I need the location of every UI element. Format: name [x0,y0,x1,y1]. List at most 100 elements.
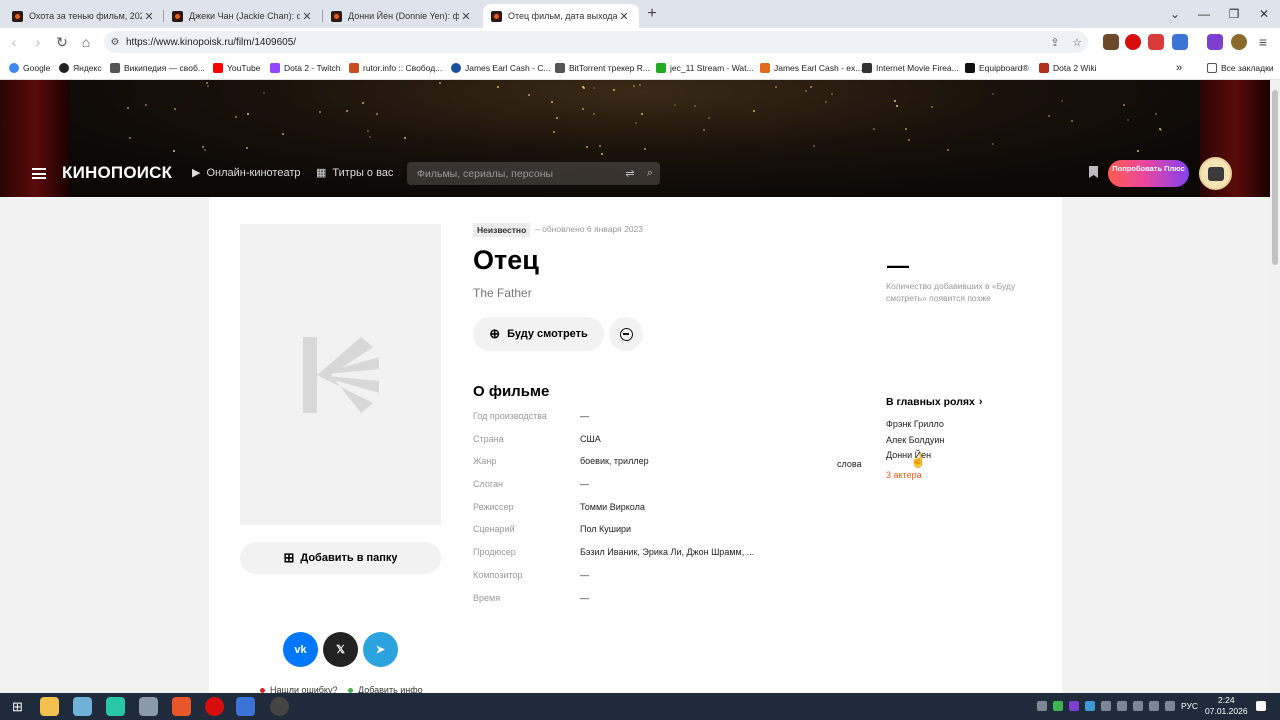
tray-icon[interactable] [1053,701,1063,711]
app-icon[interactable] [139,697,158,716]
add-to-folder-button[interactable]: ⊞ Добавить в папку [240,542,441,574]
new-tab-button[interactable]: + [644,5,660,23]
tray-icon[interactable] [1069,701,1079,711]
search-input[interactable] [417,167,620,180]
home-button[interactable]: ⌂ [76,32,96,52]
user-avatar[interactable] [1199,157,1232,190]
browser-tab[interactable]: Джеки Чан (Jackie Chan): фил... ✕ [164,4,322,28]
extension-icon[interactable] [1103,34,1119,50]
extensions-puzzle-icon[interactable] [1172,34,1188,50]
page-scrollbar[interactable] [1270,80,1280,693]
minimize-button[interactable]: — [1190,4,1218,24]
tray-icon[interactable] [1037,701,1047,711]
profile-avatar-icon[interactable] [1231,34,1247,50]
brave-icon[interactable] [172,697,191,716]
sparkle [361,102,364,105]
not-interested-button[interactable] [609,317,643,351]
notifications-icon[interactable] [1256,701,1266,711]
scroll-thumb[interactable] [1272,90,1278,265]
search-icon[interactable]: ⌕ [640,167,660,180]
bookmark-item[interactable]: Dota 2 - Twitch [270,61,341,75]
language-indicator[interactable]: РУС [1181,701,1198,711]
info-value[interactable]: США [580,434,873,444]
nav-credits[interactable]: ▦ Титры о вас [316,166,393,180]
close-tab-icon[interactable]: ✕ [142,10,156,23]
close-window-button[interactable]: ✕ [1250,4,1278,24]
opera-extension-icon[interactable] [1125,34,1141,50]
cast-item[interactable]: Фрэнк Грилло [886,419,944,435]
app-icon[interactable] [270,697,289,716]
keywords-link[interactable]: слова [837,459,862,469]
forward-button[interactable]: › [28,32,48,52]
all-bookmarks-button[interactable]: Все закладки [1207,61,1274,75]
close-tab-icon[interactable]: ✕ [300,10,314,23]
sparkle [207,85,210,88]
opera-icon[interactable] [205,697,224,716]
button-label: Буду смотреть [507,328,588,340]
info-value[interactable]: боевик, триллер [580,456,873,466]
browser-tab[interactable]: Охота за тенью фильм, 2025... ✕ [4,4,164,28]
file-explorer-icon[interactable] [40,697,59,716]
tray-icon[interactable] [1085,701,1095,711]
info-value[interactable]: Бэзил Иваник, Эрика Ли, Джон Шрамм, ... [580,547,873,557]
bookmark-item[interactable]: Internet Movie Firea... [862,61,959,75]
bookmark-item[interactable]: Википедия — своб... [110,61,205,75]
start-button[interactable]: ⊞ [8,697,27,716]
cast-more-link[interactable]: 3 актера [886,470,944,480]
network-icon[interactable] [1149,701,1159,711]
try-plus-button[interactable]: Попробовать Плюс [1108,160,1189,187]
close-tab-icon[interactable]: ✕ [459,10,473,23]
clock[interactable]: 2:24 07.01.2026 [1205,695,1248,717]
bookmark-item[interactable]: rutor.info :: Свобод... [349,61,442,75]
bookmark-icon[interactable] [1089,166,1098,178]
address-bar[interactable]: ⚙ https://www.kinopoisk.ru/film/1409605/… [104,31,1088,53]
vk-share-icon[interactable]: vk [283,632,318,667]
telegram-share-icon[interactable]: ➤ [363,632,398,667]
music-app-icon[interactable] [106,697,125,716]
bookmark-item[interactable]: James Earl Cash - ex... [760,61,862,75]
close-tab-icon[interactable]: ✕ [617,10,631,23]
bookmark-item[interactable]: Equipboard® [965,61,1029,75]
site-settings-icon[interactable]: ⚙ [104,37,126,48]
bookmark-item[interactable]: James Earl Cash - C... [451,61,551,75]
microphone-icon[interactable] [1133,701,1143,711]
media-control-icon[interactable] [1207,34,1223,50]
info-value[interactable]: Пол Кушири [580,524,873,534]
bookmark-item[interactable]: BitTorrent трекер R... [555,61,650,75]
watch-later-button[interactable]: ⊕ Буду смотреть [473,317,604,351]
bookmark-item[interactable]: YouTube [213,61,260,75]
browser-tab-active[interactable]: Отец фильм, дата выхода тре... ✕ [483,4,639,28]
kinopoisk-logo[interactable]: КИНОПОИСК [62,163,172,183]
add-info-link[interactable]: Добавить инфо [348,685,423,693]
bookmark-star-icon[interactable]: ☆ [1066,36,1088,49]
tray-icon[interactable] [1117,701,1127,711]
more-bookmarks-button[interactable]: » [1176,61,1182,75]
volume-icon[interactable] [1165,701,1175,711]
notepad-icon[interactable] [73,697,92,716]
folder-icon [1207,63,1217,73]
browser-menu-icon[interactable]: ≡ [1253,32,1273,52]
reload-button[interactable]: ↻ [52,32,72,52]
cast-heading-link[interactable]: В главных ролях › [886,396,983,408]
maximize-button[interactable]: ❐ [1220,4,1248,24]
filter-icon[interactable]: ⇌ [620,167,640,180]
info-value[interactable]: Томми Виркола [580,502,873,512]
menu-icon[interactable] [32,168,46,179]
browser-icon-active[interactable] [236,697,255,716]
info-label: Режиссер [473,501,514,512]
report-error-link[interactable]: Нашли ошибку? [260,685,337,693]
nav-online-cinema[interactable]: ▶ Онлайн-кинотеатр [192,166,301,180]
bookmark-item[interactable]: jec_11 Stream - Wat... [656,61,754,75]
x-share-icon[interactable]: 𝕏 [323,632,358,667]
tray-icon[interactable] [1101,701,1111,711]
back-button[interactable]: ‹ [4,32,24,52]
bookmark-item[interactable]: Яндекс [59,61,102,75]
extension-icon[interactable] [1148,34,1164,50]
bookmark-item[interactable]: Google [9,61,50,75]
bookmark-item[interactable]: Dota 2 Wiki [1039,61,1096,75]
browser-tab[interactable]: Донни Йен (Donnie Yen): фил... ✕ [323,4,481,28]
cast-item[interactable]: Алек Болдуин [886,435,944,451]
tab-search-button[interactable]: ⌄ [1161,4,1189,24]
sparkle [753,110,756,113]
share-icon[interactable]: ⇪ [1044,36,1066,49]
